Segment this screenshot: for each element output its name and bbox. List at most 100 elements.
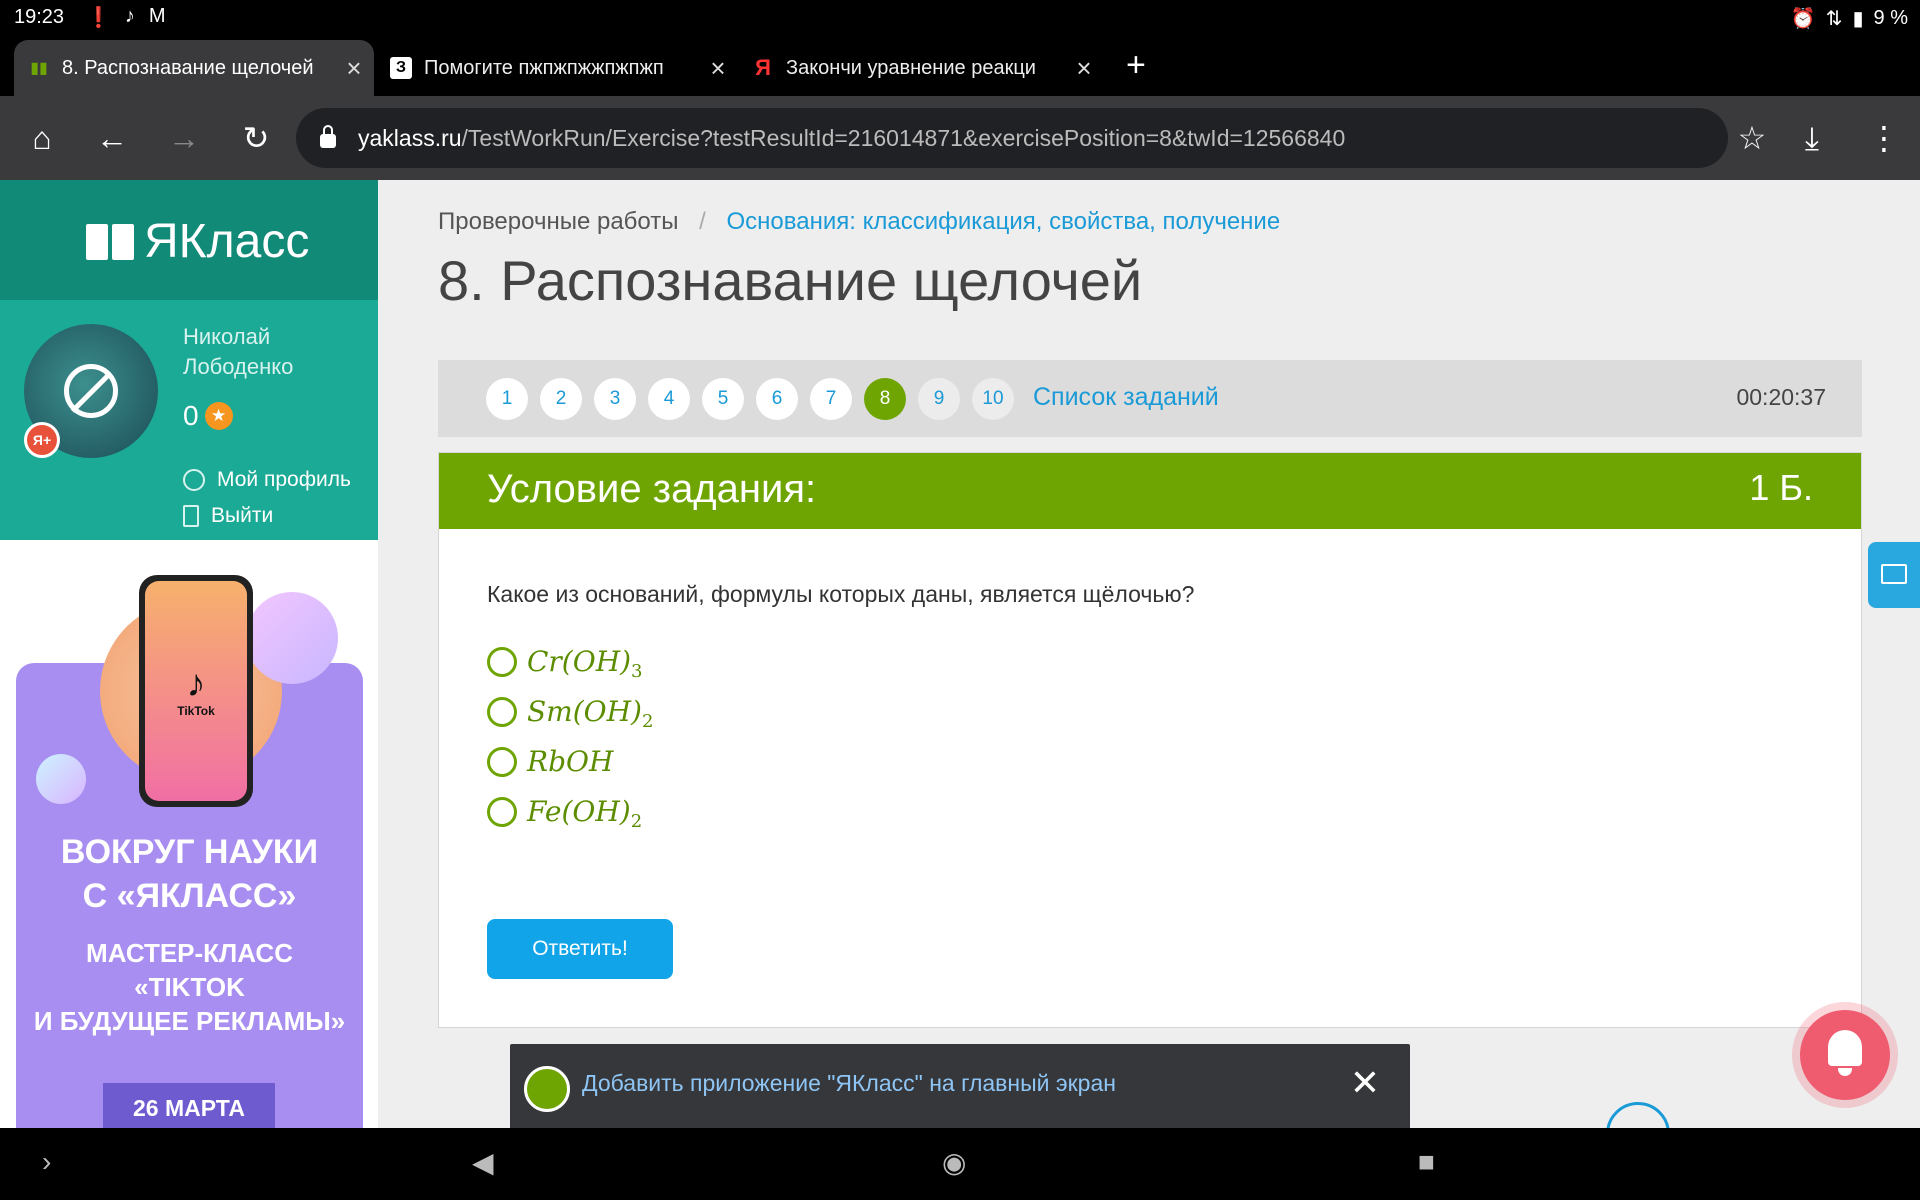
close-tab-icon[interactable]: × <box>334 53 374 84</box>
my-profile-link[interactable]: Мой профиль <box>183 468 351 492</box>
answer-option[interactable]: Sm(OH)2 <box>487 695 653 732</box>
tab-yaklass[interactable]: ▮▮ 8. Распознавание щелочей × <box>14 40 374 96</box>
answer-option[interactable]: Fe(OH)2 <box>487 795 642 832</box>
yaklass-logo[interactable]: ЯКласс <box>86 214 309 269</box>
page-7-button[interactable]: 7 <box>810 378 852 420</box>
logo-book-icon <box>86 223 134 260</box>
home-circle-icon[interactable]: ◉ <box>942 1146 966 1179</box>
radio-button[interactable] <box>487 796 517 827</box>
page-10-button[interactable]: 10 <box>972 378 1014 420</box>
alert-icon: ❗ <box>86 7 111 29</box>
battery-level: 9 % <box>1873 7 1908 29</box>
formula-base: RbOH <box>527 745 614 778</box>
ad-headline-line: ВОКРУГ НАУКИ <box>60 833 319 871</box>
formula: Cr(OH)3 <box>527 645 642 682</box>
ad-subtitle-line: И БУДУЩЕЕ РЕКЛАМЫ» <box>33 1006 346 1036</box>
ad-decor-circle <box>246 592 338 684</box>
bookmark-star-icon[interactable]: ☆ <box>1730 116 1774 160</box>
tab-znanija[interactable]: З Помогите пжпжпжжпжпжп × <box>376 40 738 96</box>
user-first-name: Николай <box>183 324 271 349</box>
logout-link[interactable]: Выйти <box>183 504 273 528</box>
breadcrumb-root[interactable]: Проверочные работы <box>438 208 678 235</box>
scroll-top-icon[interactable] <box>1606 1102 1670 1128</box>
ad-subtitle-line: «TIKTOK <box>134 972 245 1002</box>
system-icons: ⏰ ⇅ ▮ 9 % <box>1791 6 1908 31</box>
reload-icon[interactable]: ↻ <box>234 116 278 160</box>
page-1-button[interactable]: 1 <box>486 378 528 420</box>
formula-subscript: 2 <box>630 811 643 832</box>
answer-option[interactable]: Cr(OH)3 <box>487 645 642 682</box>
new-tab-icon[interactable]: + <box>1126 46 1146 85</box>
page-9-button[interactable]: 9 <box>918 378 960 420</box>
score: 0 ★ <box>183 400 233 432</box>
logo-text: ЯКласс <box>144 215 310 268</box>
answer-option[interactable]: RbOH <box>487 745 613 778</box>
chevron-right-icon[interactable]: › <box>42 1146 51 1178</box>
formula-base: Cr(OH) <box>527 645 632 678</box>
close-tab-icon[interactable]: × <box>698 53 738 84</box>
add-to-homescreen-link[interactable]: Добавить приложение "ЯКласс" на главный … <box>582 1070 1116 1097</box>
back-triangle-icon[interactable]: ◀ <box>472 1146 494 1179</box>
alarm-icon: ⏰ <box>1790 8 1816 30</box>
wifi-icon: ⇅ <box>1825 8 1843 30</box>
user-last-name: Лободенко <box>183 354 294 379</box>
breadcrumb: Проверочные работы / Основания: классифи… <box>438 208 1280 236</box>
ad-headline: ВОКРУГ НАУКИ С «ЯКЛАСС» <box>16 830 363 918</box>
address-bar[interactable]: yaklass.ru/TestWorkRun/Exercise?testResu… <box>296 108 1728 168</box>
system-nav-bar: › ◀ ◉ ■ <box>0 1128 1920 1200</box>
task-points: 1 Б. <box>1749 467 1813 508</box>
page-8-button-current[interactable]: 8 <box>864 378 906 420</box>
task-list-link[interactable]: Список заданий <box>1033 383 1219 412</box>
tiktok-icon: ♪ <box>124 5 135 27</box>
logout-icon <box>183 505 199 527</box>
feedback-tab[interactable] <box>1868 542 1920 608</box>
score-value: 0 <box>183 400 199 431</box>
notifications-bell-icon[interactable] <box>1800 1010 1890 1100</box>
page-4-button[interactable]: 4 <box>648 378 690 420</box>
star-icon: ★ <box>204 402 233 430</box>
formula: Sm(OH)2 <box>527 695 653 732</box>
task-condition-title: Условие задания: <box>487 467 817 511</box>
browser-toolbar: ⌂ ← → ↻ yaklass.ru/TestWorkRun/Exercise?… <box>0 96 1920 180</box>
page-5-button[interactable]: 5 <box>702 378 744 420</box>
page-6-button[interactable]: 6 <box>756 378 798 420</box>
home-icon[interactable]: ⌂ <box>20 116 64 160</box>
close-tab-icon[interactable]: × <box>1064 53 1104 84</box>
ad-headline-line: С «ЯКЛАСС» <box>82 877 297 915</box>
recents-square-icon[interactable]: ■ <box>1418 1146 1435 1178</box>
close-icon[interactable]: ✕ <box>1350 1062 1380 1104</box>
ad-subtitle-line: МАСТЕР-КЛАСС <box>86 938 293 968</box>
yandex-icon: Я <box>755 55 771 80</box>
formula: Fe(OH)2 <box>527 795 642 832</box>
breadcrumb-topic-link[interactable]: Основания: классификация, свойства, полу… <box>726 208 1280 235</box>
task-card: Условие задания: 1 Б. Какое из оснований… <box>438 452 1862 1028</box>
forward-icon[interactable]: → <box>162 116 206 160</box>
radio-button[interactable] <box>487 646 517 677</box>
tab-yandex[interactable]: Я Закончи уравнение реакци × <box>738 40 1104 96</box>
web-page: ЯКласс Я+ Николай Лободенко 0 ★ Мой проф… <box>0 180 1920 1128</box>
radio-button[interactable] <box>487 696 517 727</box>
user-icon <box>183 469 205 491</box>
status-bar: 19:23 ❗ ♪ M ⏰ ⇅ ▮ 9 % <box>0 0 1920 36</box>
tab-title: Закончи уравнение реакци <box>786 56 1036 79</box>
znanija-icon: З <box>390 57 412 79</box>
back-icon[interactable]: ← <box>90 116 134 160</box>
submit-answer-button[interactable]: Ответить! <box>487 919 673 979</box>
tab-strip: ▮▮ 8. Распознавание щелочей × З Помогите… <box>0 36 1920 96</box>
radio-button[interactable] <box>487 746 517 777</box>
yaklass-app-icon <box>524 1066 570 1112</box>
phone-illustration: ♪ TikTok <box>139 575 253 807</box>
page-2-button[interactable]: 2 <box>540 378 582 420</box>
ad-decor-circle <box>36 754 86 804</box>
no-sign-icon <box>64 364 118 418</box>
task-pager: 1 2 3 4 5 6 7 8 9 10 Список заданий 00:2… <box>438 360 1862 437</box>
page-3-button[interactable]: 3 <box>594 378 636 420</box>
download-icon[interactable]: ⤓ <box>1790 116 1834 160</box>
book-icon: ▮▮ <box>30 60 48 77</box>
ad-banner[interactable]: ♪ TikTok ВОКРУГ НАУКИ С «ЯКЛАСС» МАСТЕР-… <box>0 540 378 1128</box>
user-name[interactable]: Николай Лободенко <box>183 322 363 382</box>
tab-title: Помогите пжпжпжжпжпжп <box>424 56 664 79</box>
notification-icons: ❗ ♪ M <box>86 5 166 30</box>
menu-icon[interactable]: ⋮ <box>1862 116 1906 160</box>
tiktok-logo-icon: ♪ <box>186 663 206 705</box>
